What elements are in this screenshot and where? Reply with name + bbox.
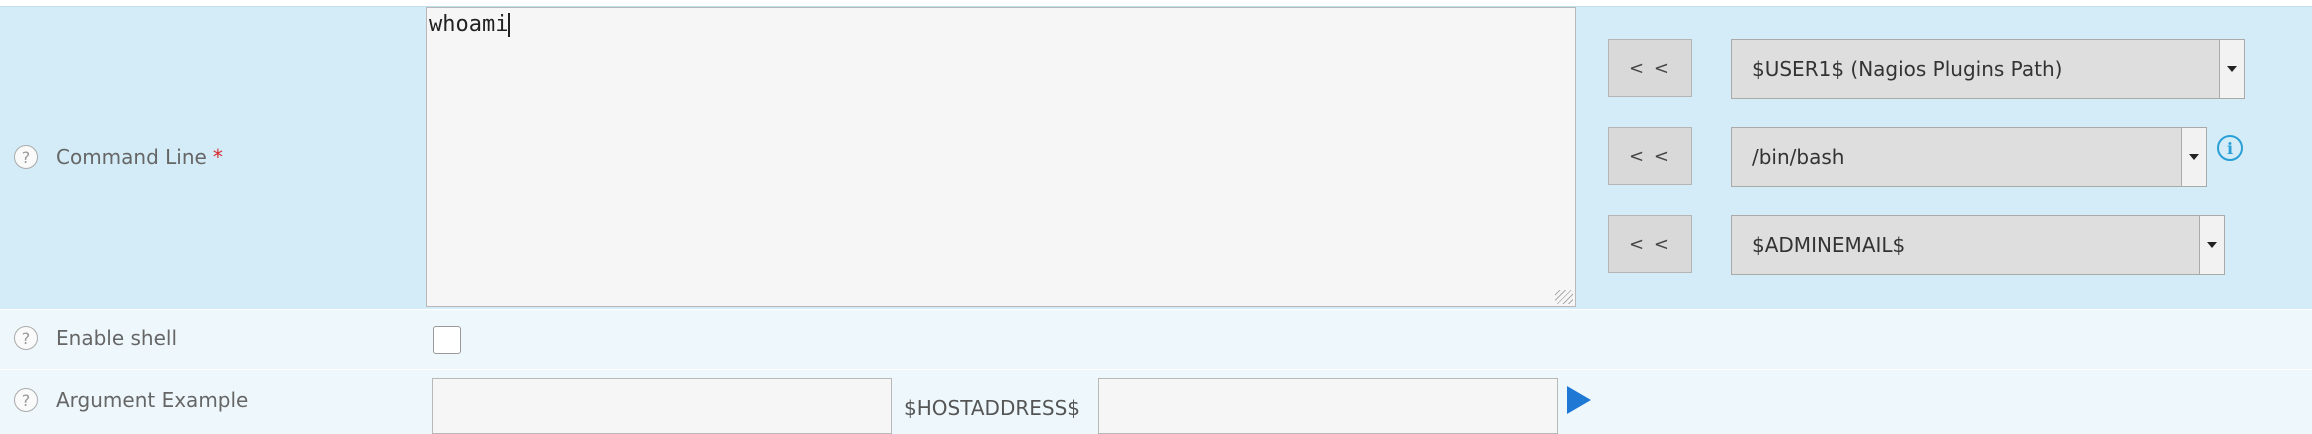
chevron-down-icon: [2181, 128, 2206, 186]
enable-shell-label-group: ? Enable shell: [14, 326, 177, 350]
enable-shell-checkbox[interactable]: [433, 326, 461, 354]
enable-shell-row: ? Enable shell: [0, 309, 2312, 369]
resize-handle-icon[interactable]: [1555, 290, 1573, 304]
host-address-macro: $HOSTADDRESS$: [904, 396, 1080, 420]
help-icon[interactable]: ?: [14, 388, 38, 412]
macro-select-value: $ADMINEMAIL$: [1752, 233, 1906, 257]
command-line-label: Command Line: [56, 145, 207, 169]
info-icon[interactable]: i: [2217, 135, 2243, 161]
enable-shell-label: Enable shell: [56, 326, 177, 350]
plugin-path-select-value: $USER1$ (Nagios Plugins Path): [1752, 57, 2063, 81]
argument-example-label: Argument Example: [56, 388, 249, 412]
insert-macro-button[interactable]: < <: [1608, 215, 1692, 273]
command-form: ? Command Line * whoami < < $USER1$ (Nag…: [0, 6, 2312, 434]
argument-input-2[interactable]: [1098, 378, 1558, 434]
chevron-down-icon: [2199, 216, 2224, 274]
chevron-down-icon: [2219, 40, 2244, 98]
text-caret: [508, 13, 511, 37]
help-icon[interactable]: ?: [14, 326, 38, 350]
plugin-path-select[interactable]: $USER1$ (Nagios Plugins Path): [1731, 39, 2245, 99]
argument-input-1[interactable]: [432, 378, 892, 434]
command-line-label-group: ? Command Line *: [14, 145, 223, 169]
command-line-text: whoami: [429, 12, 509, 37]
argument-example-label-group: ? Argument Example: [14, 388, 248, 412]
help-icon[interactable]: ?: [14, 145, 38, 169]
argument-example-row: ? Argument Example $HOSTADDRESS$: [0, 369, 2312, 434]
required-marker: *: [212, 145, 223, 169]
macro-select[interactable]: $ADMINEMAIL$: [1731, 215, 2225, 275]
insert-user1-button[interactable]: < <: [1608, 39, 1692, 97]
command-line-textarea[interactable]: whoami: [426, 7, 1576, 307]
insert-shell-button[interactable]: < <: [1608, 127, 1692, 185]
play-icon[interactable]: [1567, 386, 1591, 414]
shell-select-value: /bin/bash: [1752, 145, 1845, 169]
command-line-row: ? Command Line * whoami < < $USER1$ (Nag…: [0, 6, 2312, 309]
shell-select[interactable]: /bin/bash: [1731, 127, 2207, 187]
